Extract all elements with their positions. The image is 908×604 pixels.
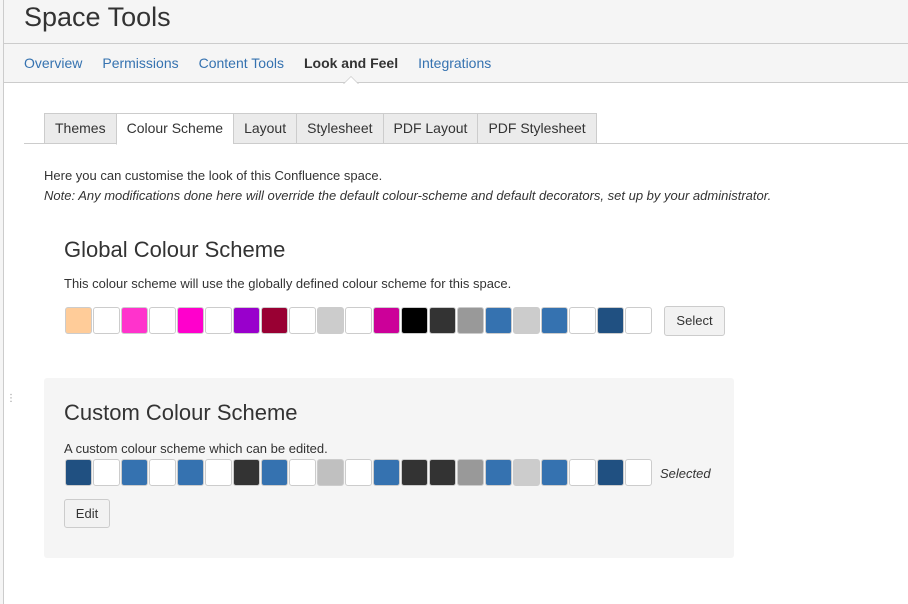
custom-colour-swatch: [597, 459, 624, 486]
custom-colour-swatch: [625, 459, 652, 486]
global-colour-swatch: [261, 307, 288, 334]
global-colour-swatch: [429, 307, 456, 334]
custom-colour-swatch: [429, 459, 456, 486]
edit-button[interactable]: Edit: [64, 499, 110, 528]
left-sidebar-edge: [0, 0, 4, 604]
global-colour-swatch: [541, 307, 568, 334]
custom-colour-swatch: [345, 459, 372, 486]
custom-colour-swatch: [65, 459, 92, 486]
nav-tab-permissions[interactable]: Permissions: [102, 44, 178, 83]
custom-colour-swatch: [373, 459, 400, 486]
tab-pdf-layout[interactable]: PDF Layout: [382, 113, 478, 144]
custom-colour-swatch: [485, 459, 512, 486]
global-colour-swatch: [597, 307, 624, 334]
intro-note: Note: Any modifications done here will o…: [44, 188, 772, 203]
custom-colour-swatch: [149, 459, 176, 486]
global-colour-swatch: [289, 307, 316, 334]
global-colour-swatch: [513, 307, 540, 334]
custom-scheme-description: A custom colour scheme which can be edit…: [64, 441, 328, 456]
selected-status-label: Selected: [660, 466, 711, 481]
intro-text: Here you can customise the look of this …: [44, 168, 383, 183]
global-colour-swatch: [121, 307, 148, 334]
global-colour-swatch: [345, 307, 372, 334]
global-scheme-description: This colour scheme will use the globally…: [64, 276, 512, 291]
custom-colour-swatch: [121, 459, 148, 486]
page-header: Space Tools: [4, 0, 908, 44]
global-colour-swatch: [569, 307, 596, 334]
tab-pdf-stylesheet[interactable]: PDF Stylesheet: [477, 113, 597, 144]
global-colour-swatch: [373, 307, 400, 334]
global-colour-swatch: [205, 307, 232, 334]
global-scheme-title: Global Colour Scheme: [64, 237, 286, 262]
tab-stylesheet[interactable]: Stylesheet: [296, 113, 383, 144]
custom-scheme-title: Custom Colour Scheme: [64, 400, 298, 425]
space-tools-nav: Overview Permissions Content Tools Look …: [4, 44, 908, 84]
tab-themes[interactable]: Themes: [44, 113, 116, 144]
global-colour-swatch: [625, 307, 652, 334]
custom-scheme-swatches: [65, 459, 653, 486]
custom-colour-swatch: [513, 459, 540, 486]
custom-colour-swatch: [317, 459, 344, 486]
global-colour-swatch: [93, 307, 120, 334]
nav-tab-look-and-feel[interactable]: Look and Feel: [304, 44, 398, 84]
page-title: Space Tools: [24, 2, 171, 32]
custom-colour-swatch: [289, 459, 316, 486]
sidebar-resize-handle[interactable]: ⋮: [6, 394, 16, 411]
custom-colour-swatch: [541, 459, 568, 486]
nav-tab-integrations[interactable]: Integrations: [418, 44, 491, 83]
custom-colour-swatch: [177, 459, 204, 486]
custom-colour-swatch: [261, 459, 288, 486]
select-button[interactable]: Select: [664, 306, 725, 336]
intro-text-block: Here you can customise the look of this …: [44, 166, 771, 206]
global-colour-swatch: [485, 307, 512, 334]
custom-colour-swatch: [205, 459, 232, 486]
global-colour-scheme-panel: Global Colour Scheme This colour scheme …: [44, 226, 734, 346]
global-scheme-swatches: [65, 307, 653, 334]
global-colour-swatch: [65, 307, 92, 334]
tab-layout[interactable]: Layout: [233, 113, 297, 144]
global-colour-swatch: [149, 307, 176, 334]
global-colour-swatch: [457, 307, 484, 334]
custom-colour-scheme-panel: Custom Colour Scheme A custom colour sch…: [44, 378, 734, 558]
custom-colour-swatch: [233, 459, 260, 486]
look-and-feel-tabs: Themes Colour Scheme Layout Stylesheet P…: [24, 113, 908, 145]
global-colour-swatch: [177, 307, 204, 334]
global-colour-swatch: [401, 307, 428, 334]
custom-colour-swatch: [93, 459, 120, 486]
custom-colour-swatch: [569, 459, 596, 486]
custom-colour-swatch: [457, 459, 484, 486]
nav-tab-overview[interactable]: Overview: [24, 44, 82, 83]
nav-tab-content-tools[interactable]: Content Tools: [199, 44, 284, 83]
custom-colour-swatch: [401, 459, 428, 486]
global-colour-swatch: [317, 307, 344, 334]
tab-colour-scheme[interactable]: Colour Scheme: [115, 113, 234, 145]
global-colour-swatch: [233, 307, 260, 334]
